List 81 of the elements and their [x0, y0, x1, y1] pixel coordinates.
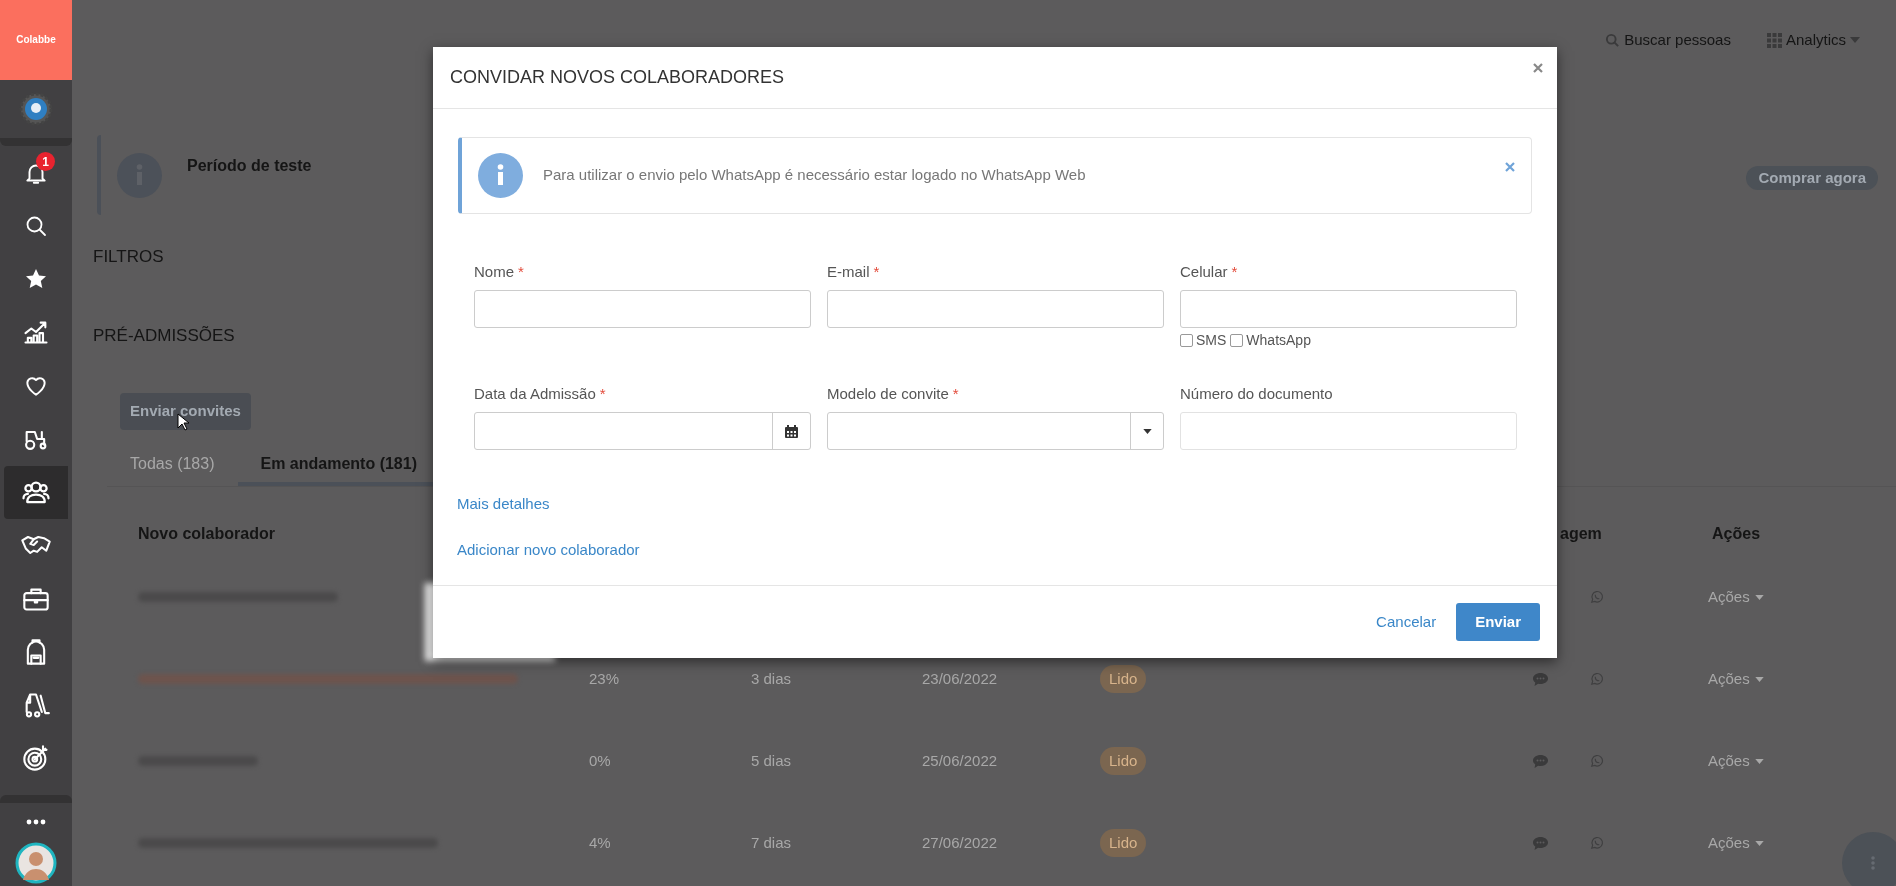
- status-badge: Lido: [1100, 828, 1147, 858]
- section-title: FILTROS: [93, 246, 164, 268]
- checkbox[interactable]: [1180, 334, 1193, 347]
- checkbox-label: SMS: [1196, 331, 1227, 350]
- actions-dropdown[interactable]: Ações: [1708, 667, 1764, 691]
- sidebar-item[interactable]: [4, 465, 68, 519]
- avatar: [15, 842, 57, 885]
- alert-message: Para utilizar o envio pelo WhatsApp é necessário estar logado no WhatsApp Web: [543, 165, 1086, 186]
- caret-icon: [1850, 37, 1860, 43]
- input-field[interactable]: [1180, 290, 1517, 328]
- caret-icon: [1754, 840, 1764, 846]
- analytics-menu[interactable]: Analytics: [1766, 28, 1860, 52]
- required-mark: *: [952, 383, 959, 404]
- required-mark: *: [518, 261, 524, 282]
- close-button[interactable]: [1533, 63, 1543, 73]
- logo[interactable]: Colabbe: [16, 32, 56, 48]
- chat-icon[interactable]: [1533, 672, 1548, 686]
- more-icon: [26, 818, 46, 825]
- caret-icon: [1754, 594, 1764, 600]
- search-icon: [1605, 32, 1621, 48]
- grid-icon: [1766, 32, 1782, 48]
- link[interactable]: Mais detalhes: [457, 493, 550, 515]
- send-button[interactable]: Enviar: [1456, 603, 1540, 641]
- target-icon: [22, 744, 50, 773]
- table-cell-text: 5 dias: [751, 750, 793, 771]
- calendar-icon[interactable]: [785, 424, 798, 438]
- whatsapp-icon[interactable]: [1590, 672, 1604, 686]
- buy-now-button[interactable]: Comprar agora: [1746, 166, 1878, 190]
- link[interactable]: Adicionar novo colaborador: [457, 539, 640, 561]
- table-cell-text: 7 dias: [751, 832, 793, 853]
- whatsapp-icon[interactable]: [1590, 754, 1604, 768]
- cancel-button[interactable]: Cancelar: [1376, 610, 1437, 634]
- table-cell-text: 23/06/2022: [922, 668, 999, 689]
- table-cell-text: 4%: [589, 832, 612, 853]
- table-cell-text: 3 dias: [751, 668, 793, 689]
- notification-badge: 1: [36, 152, 55, 172]
- chat-icon[interactable]: [1533, 836, 1548, 850]
- column-header: Novo colaborador: [138, 524, 276, 544]
- input-field[interactable]: [827, 290, 1164, 328]
- field-label: Modelo de convite: [827, 383, 949, 404]
- send-invites-button[interactable]: Enviar convites: [120, 393, 251, 430]
- column-header: agem: [1559, 524, 1603, 544]
- whatsapp-icon[interactable]: [1590, 590, 1604, 604]
- date-field[interactable]: [474, 412, 811, 450]
- dialog-title: CONVIDAR NOVOS COLABORADORES: [450, 66, 785, 89]
- input-field[interactable]: [474, 290, 811, 328]
- required-mark: *: [1231, 261, 1238, 282]
- caret-icon: [1754, 676, 1764, 682]
- required-mark: *: [873, 261, 880, 282]
- caret-icon: [1142, 428, 1152, 434]
- table-cell-text: 0%: [589, 750, 612, 771]
- field-label: Número do documento: [1180, 383, 1333, 404]
- section-title: PRÉ-ADMISSÕES: [93, 325, 235, 347]
- notice-title: Período de teste: [187, 156, 312, 176]
- search-people-link[interactable]: Buscar pessoas: [1605, 28, 1731, 52]
- field-label: Nome: [474, 261, 514, 282]
- checkbox[interactable]: [1230, 334, 1244, 347]
- sidebar-item[interactable]: 1: [0, 146, 72, 200]
- template-select[interactable]: [827, 412, 1164, 450]
- actions-dropdown[interactable]: Ações: [1708, 749, 1764, 773]
- chat-icon[interactable]: [1533, 754, 1548, 768]
- tab[interactable]: Todas (183): [107, 446, 238, 486]
- table-cell-text: 25/06/2022: [922, 750, 999, 771]
- input-field[interactable]: [1180, 412, 1517, 450]
- close-alert-button[interactable]: [1505, 162, 1515, 172]
- required-mark: *: [599, 383, 606, 404]
- table-cell-text: 23%: [589, 668, 621, 689]
- field-label: E-mail: [827, 261, 870, 282]
- column-header: Ações: [1711, 524, 1762, 544]
- field-label: Celular: [1180, 261, 1228, 282]
- caret-icon: [1754, 758, 1764, 764]
- checkbox-label: WhatsApp: [1246, 331, 1311, 350]
- gear-icon: [19, 92, 53, 126]
- actions-dropdown[interactable]: Ações: [1708, 831, 1764, 855]
- field-label: Data da Admissão: [474, 383, 596, 404]
- status-badge: Lido: [1100, 664, 1147, 694]
- info-icon: [478, 153, 523, 198]
- actions-dropdown[interactable]: Ações: [1708, 585, 1764, 609]
- table-cell-text: 27/06/2022: [922, 832, 999, 853]
- whatsapp-icon[interactable]: [1590, 836, 1604, 850]
- status-badge: Lido: [1100, 746, 1147, 776]
